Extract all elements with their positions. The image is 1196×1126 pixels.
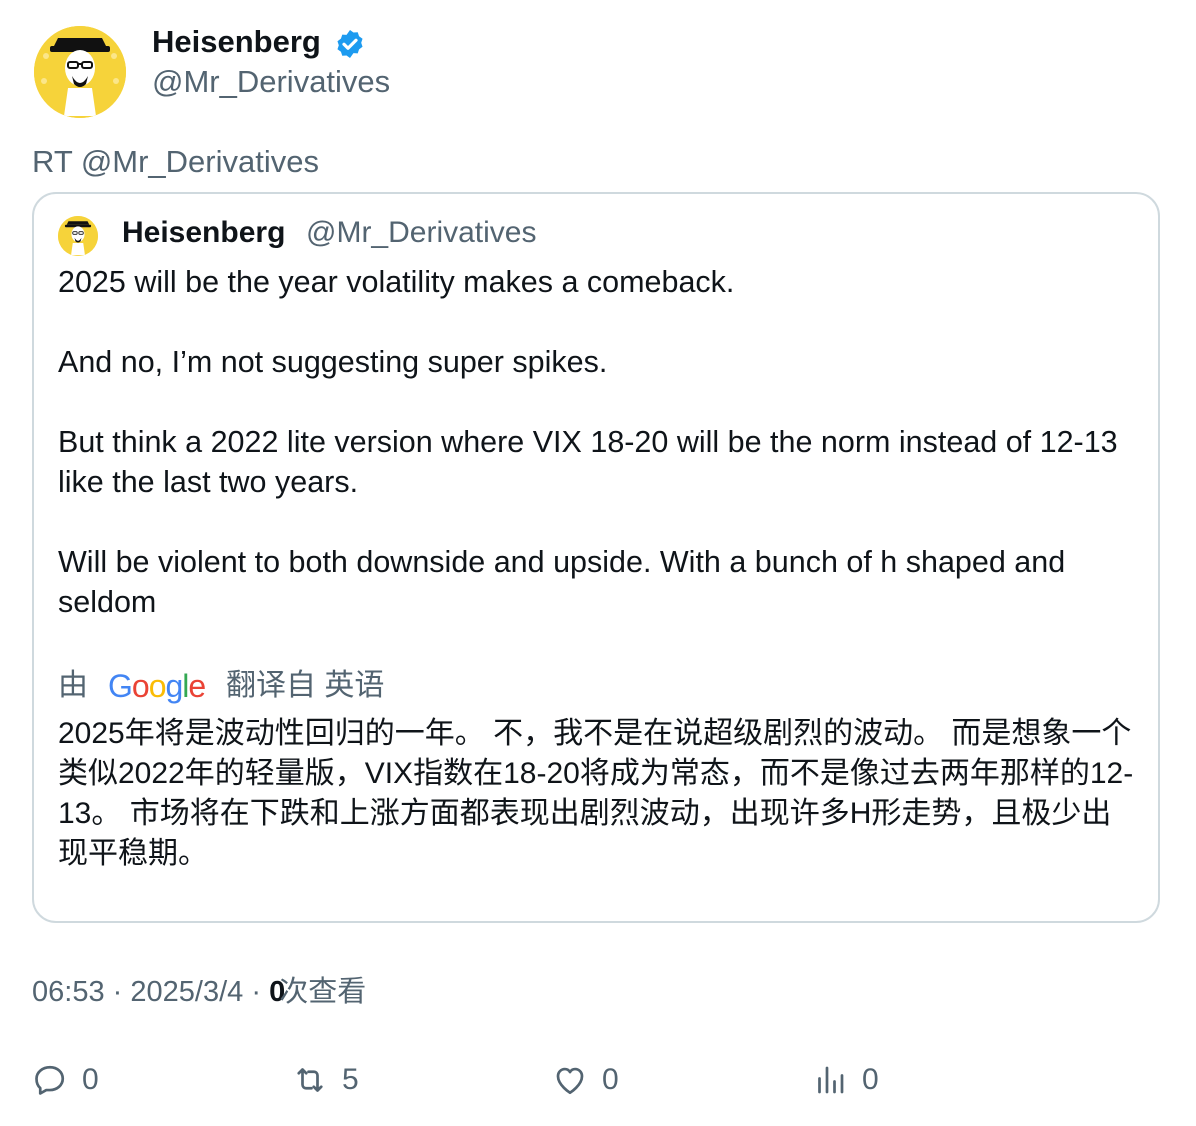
author-name[interactable]: Heisenberg <box>152 22 321 62</box>
views-label: 次查看 <box>279 976 367 1008</box>
translation-by-label: 由 <box>58 669 88 702</box>
views-action-count: 0 <box>862 1063 879 1096</box>
quoted-author-name: Heisenberg <box>122 216 286 249</box>
reply-count: 0 <box>82 1063 99 1096</box>
quoted-paragraph: And no, I’m not suggesting super spikes. <box>58 345 608 379</box>
meta-separator: · <box>251 976 261 1008</box>
quoted-author-handle: @Mr_Derivatives <box>306 216 537 249</box>
retweet-count: 5 <box>342 1063 359 1096</box>
translated-text: 2025年将是波动性回归的一年。 不，我不是在说超级剧烈的波动。 而是想象一个类… <box>58 717 1134 870</box>
quoted-paragraph: 2025 will be the year volatility makes a… <box>58 265 735 299</box>
reply-button[interactable]: 0 <box>32 1058 99 1102</box>
heisenberg-avatar-icon <box>58 216 98 256</box>
google-logo: Google <box>108 668 206 704</box>
meta-separator: · <box>112 976 123 1008</box>
like-button[interactable]: 0 <box>552 1058 619 1102</box>
author-handle[interactable]: @Mr_Derivatives <box>152 62 390 102</box>
tweet-meta: 06:53 · 2025/3/4 · 0次查看 <box>32 974 366 1010</box>
translation-source-label: 翻译自 英语 <box>226 669 385 702</box>
retweet-label: RT @Mr_Derivatives <box>32 144 319 179</box>
analytics-icon <box>818 1066 844 1094</box>
tweet-time[interactable]: 06:53 <box>32 976 105 1008</box>
heisenberg-avatar-icon <box>34 26 126 118</box>
retweet-button[interactable]: 5 <box>292 1058 359 1102</box>
like-count: 0 <box>602 1063 619 1096</box>
quoted-paragraph: Will be violent to both downside and ups… <box>58 545 1066 619</box>
heart-icon <box>556 1067 584 1095</box>
verified-badge-icon <box>337 30 363 58</box>
reply-icon <box>35 1065 65 1095</box>
views-button[interactable]: 0 <box>812 1058 879 1102</box>
quoted-tweet-text: 2025 will be the year volatility makes a… <box>58 262 1148 622</box>
author-avatar[interactable] <box>34 26 126 118</box>
quoted-author-avatar[interactable] <box>58 216 98 256</box>
retweet-icon <box>297 1068 323 1092</box>
tweet-date[interactable]: 2025/3/4 <box>130 976 243 1008</box>
quoted-paragraph: But think a 2022 lite version where VIX … <box>58 425 1118 499</box>
